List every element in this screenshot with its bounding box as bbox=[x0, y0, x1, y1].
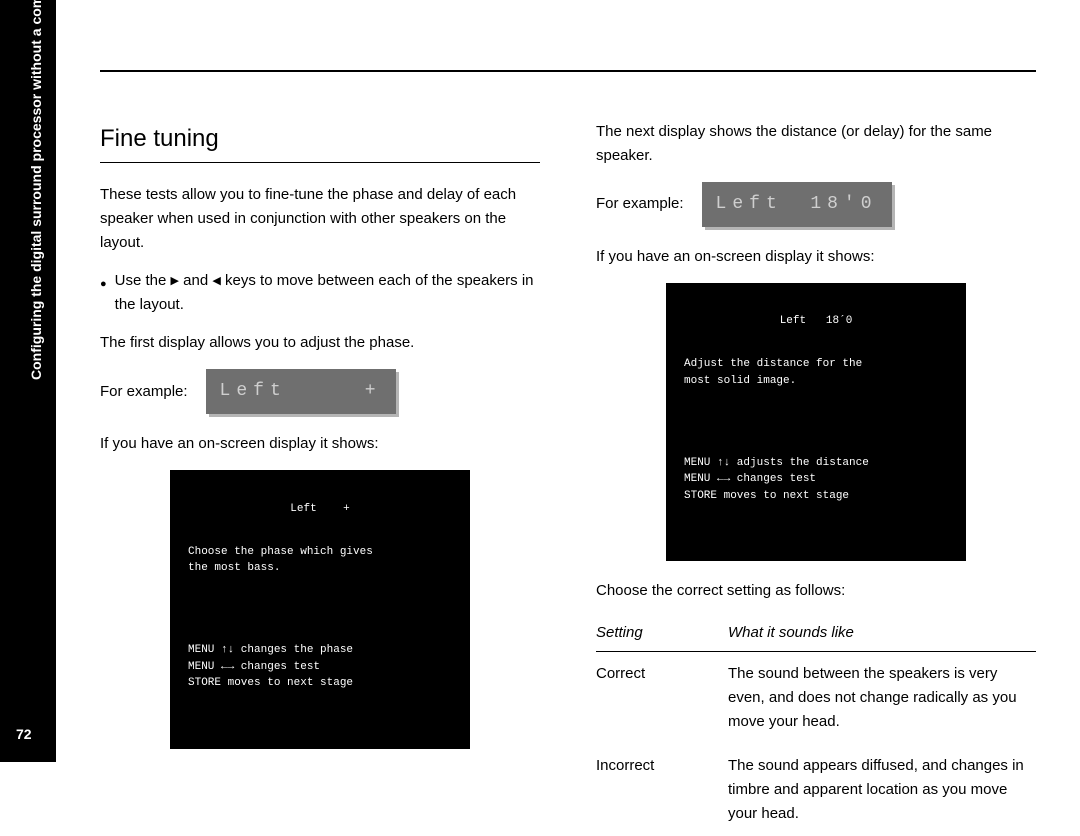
lcd1-left-text: Left bbox=[220, 377, 287, 406]
page-number: 72 bbox=[16, 726, 32, 742]
bullet-text-mid: and bbox=[179, 272, 212, 289]
settings-table: Setting What it sounds like Correct The … bbox=[596, 617, 1036, 836]
bullet-text: Use the and keys to move between each of… bbox=[115, 269, 540, 317]
osd1-body1: Choose the phase which gives the most ba… bbox=[188, 544, 452, 577]
table-header-setting: Setting bbox=[596, 617, 728, 652]
lcd1-right-text: + bbox=[365, 377, 382, 406]
choose-setting-paragraph: Choose the correct setting as follows: bbox=[596, 579, 1036, 603]
right-column: The next display shows the distance (or … bbox=[596, 120, 1036, 836]
osd2-body1: Adjust the distance for the most solid i… bbox=[684, 356, 948, 389]
osd2-header: Left 18´0 bbox=[684, 313, 948, 330]
table-header-sound: What it sounds like bbox=[728, 617, 1036, 652]
bullet-item: Use the and keys to move between each of… bbox=[100, 269, 540, 317]
osd1-body2: MENU ↑↓ changes the phase MENU ←→ change… bbox=[188, 642, 452, 692]
left-column: Fine tuning These tests allow you to fin… bbox=[100, 120, 540, 836]
osd1-header: Left + bbox=[188, 501, 452, 518]
osd2-body2: MENU ↑↓ adjusts the distance MENU ←→ cha… bbox=[684, 455, 948, 505]
heading-rule bbox=[100, 162, 540, 163]
lcd2-left-text: Left bbox=[716, 190, 783, 219]
table-row: Correct The sound between the speakers i… bbox=[596, 652, 1036, 745]
example-label-2: For example: bbox=[596, 192, 684, 216]
section-heading: Fine tuning bbox=[100, 120, 540, 158]
top-horizontal-rule bbox=[100, 70, 1036, 72]
table-row: Incorrect The sound appears diffused, an… bbox=[596, 744, 1036, 836]
intro-paragraph: These tests allow you to fine-tune the p… bbox=[100, 183, 540, 255]
distance-paragraph: The next display shows the distance (or … bbox=[596, 120, 1036, 168]
arrow-right-icon bbox=[171, 272, 179, 289]
side-chapter-label: Configuring the digital surround process… bbox=[28, 0, 44, 380]
table-cell-correct-desc: The sound between the speakers is very e… bbox=[728, 652, 1036, 745]
phase-paragraph: The first display allows you to adjust t… bbox=[100, 331, 540, 355]
example-row-2: For example: Left 18'0 bbox=[596, 182, 1036, 227]
page-content: Fine tuning These tests allow you to fin… bbox=[56, 0, 1080, 762]
table-cell-correct-label: Correct bbox=[596, 652, 728, 745]
bullet-text-pre: Use the bbox=[115, 272, 171, 289]
bullet-dot-icon bbox=[100, 269, 107, 317]
osd-display-1: Left + Choose the phase which gives the … bbox=[170, 470, 470, 749]
table-cell-incorrect-desc: The sound appears diffused, and changes … bbox=[728, 744, 1036, 836]
arrow-left-icon bbox=[212, 272, 220, 289]
lcd-display-2: Left 18'0 bbox=[702, 182, 892, 227]
lcd-display-1: Left + bbox=[206, 369, 396, 414]
lcd2-right-text: 18'0 bbox=[810, 190, 877, 219]
osd-display-2: Left 18´0 Adjust the distance for the mo… bbox=[666, 283, 966, 562]
side-black-bar: Configuring the digital surround process… bbox=[0, 0, 56, 762]
example-label-1: For example: bbox=[100, 380, 188, 404]
example-row-1: For example: Left + bbox=[100, 369, 540, 414]
table-cell-incorrect-label: Incorrect bbox=[596, 744, 728, 836]
osd-intro-1: If you have an on-screen display it show… bbox=[100, 432, 540, 456]
osd-intro-2: If you have an on-screen display it show… bbox=[596, 245, 1036, 269]
